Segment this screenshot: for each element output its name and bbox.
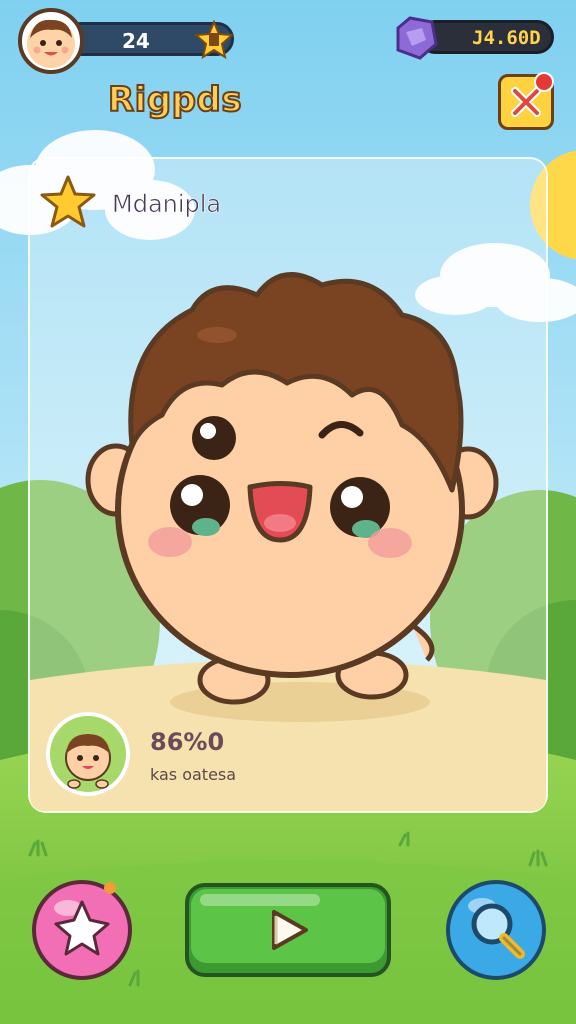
search-icon bbox=[446, 880, 546, 980]
star-icon bbox=[32, 880, 132, 980]
play-button[interactable] bbox=[184, 882, 392, 978]
stat-subtitle: kas oatesa bbox=[150, 765, 237, 784]
avatar-face-icon bbox=[27, 19, 75, 68]
star-icon bbox=[40, 175, 96, 228]
play-icon bbox=[272, 910, 308, 950]
screen-title: Rigpds bbox=[107, 79, 243, 121]
card-title: Mdanipla bbox=[112, 190, 222, 219]
character-illustration[interactable] bbox=[82, 255, 502, 715]
stat-percent: 86%0 bbox=[150, 728, 225, 756]
player-avatar[interactable] bbox=[18, 8, 84, 74]
level-value: 24 bbox=[122, 29, 150, 53]
search-button[interactable] bbox=[444, 878, 548, 982]
mini-avatar[interactable] bbox=[46, 712, 130, 796]
purple-gem-icon bbox=[396, 16, 438, 60]
star-badge-icon bbox=[194, 20, 234, 60]
coins-value: J4.60D bbox=[472, 27, 541, 49]
notification-dot bbox=[534, 72, 554, 92]
favorite-button[interactable] bbox=[30, 878, 134, 982]
mini-avatar-face-icon bbox=[50, 716, 126, 792]
